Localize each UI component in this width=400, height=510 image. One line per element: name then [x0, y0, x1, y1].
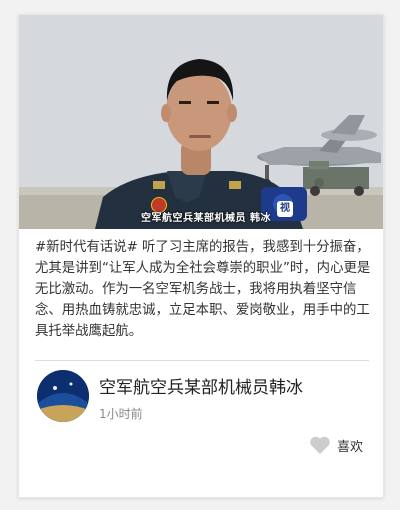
avatar-image: [37, 370, 89, 422]
post-text: #新时代有话说# 听了习主席的报告，我感到十分振奋，尤其是讲到“让军人成为全社会…: [35, 240, 371, 339]
video-caption: 空军航空兵某部机械员 韩冰: [141, 213, 271, 224]
like-button[interactable]: 喜欢: [309, 435, 363, 455]
avatar[interactable]: [37, 370, 89, 422]
divider: [35, 360, 369, 361]
post-card: 视 空军航空兵某部机械员 韩冰 #新时代有话说# 听了习主席的报告，我感到十分振…: [18, 14, 384, 498]
post-time: 1小时前: [99, 407, 143, 421]
video-still-image: [19, 15, 383, 229]
heart-icon: [310, 436, 330, 455]
author-name[interactable]: 空军航空兵某部机械员韩冰: [99, 373, 303, 398]
like-label: 喜欢: [337, 439, 364, 455]
media-badge-icon: 视: [277, 201, 293, 217]
video-thumbnail[interactable]: 视 空军航空兵某部机械员 韩冰: [19, 15, 383, 229]
